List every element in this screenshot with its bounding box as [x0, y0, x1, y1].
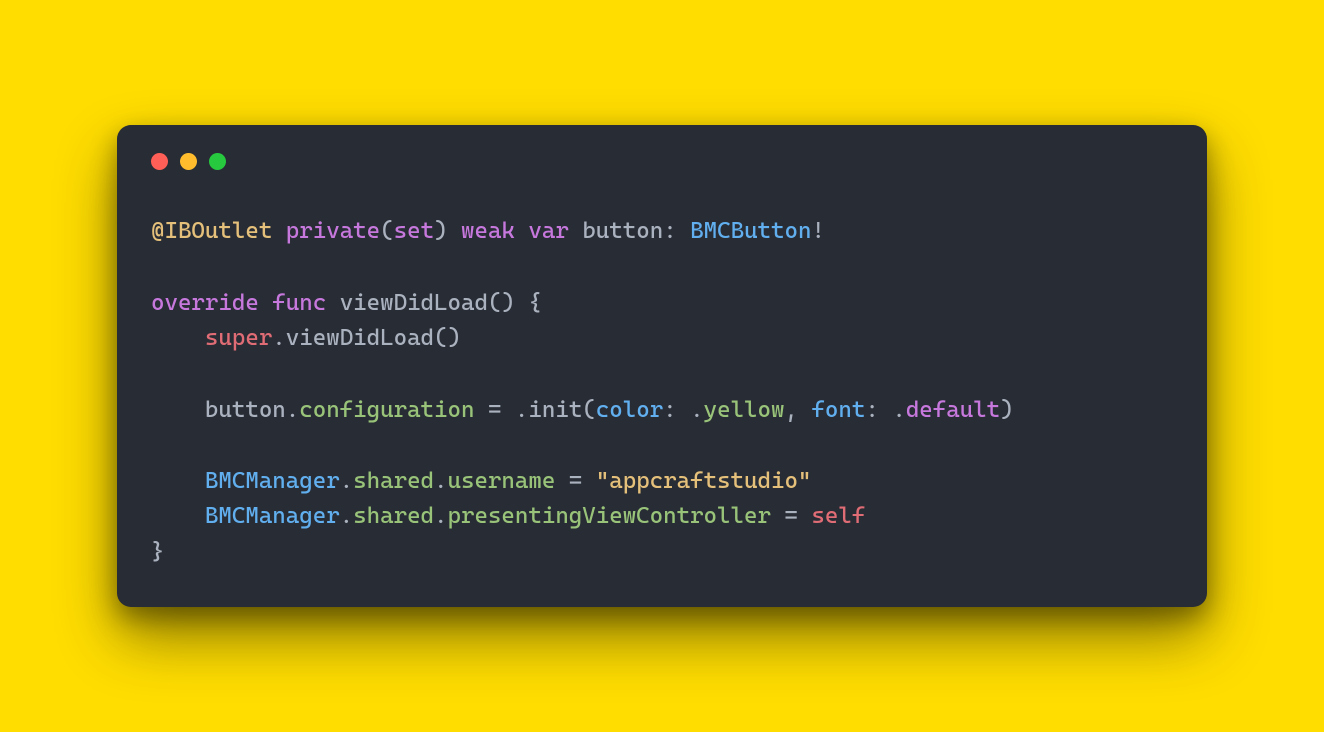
code-token: func	[272, 290, 326, 316]
code-token: ,	[784, 397, 797, 423]
code-token: .	[515, 397, 528, 423]
code-token: button	[582, 218, 663, 244]
code-token: ()	[434, 325, 461, 351]
code-token: shared	[353, 468, 434, 494]
code-token: }	[151, 539, 164, 565]
code-token: .	[892, 397, 905, 423]
code-token: :	[663, 218, 676, 244]
code-token: font	[811, 397, 865, 423]
code-token: var	[528, 218, 568, 244]
code-token: :	[663, 397, 676, 423]
code-token: default	[906, 397, 1000, 423]
code-token: .	[434, 468, 447, 494]
code-token: )	[434, 218, 447, 244]
window-controls	[145, 153, 1179, 170]
code-block: @IBOutlet private(set) weak var button: …	[145, 214, 1179, 570]
code-token: color	[596, 397, 663, 423]
code-token: configuration	[299, 397, 474, 423]
code-token: ()	[488, 290, 515, 316]
code-token: =	[784, 503, 797, 529]
code-token: .	[434, 503, 447, 529]
code-token: "appcraftstudio"	[596, 468, 812, 494]
code-token: (	[582, 397, 595, 423]
code-token: button	[205, 397, 286, 423]
minimize-icon[interactable]	[180, 153, 197, 170]
code-token: .	[690, 397, 703, 423]
code-token: (	[380, 218, 393, 244]
code-token: presentingViewController	[448, 503, 771, 529]
code-token: )	[1000, 397, 1013, 423]
code-token: override	[151, 290, 259, 316]
code-token: BMCManager	[205, 468, 340, 494]
code-token: init	[528, 397, 582, 423]
code-token: @IBOutlet	[151, 218, 272, 244]
code-token: set	[394, 218, 434, 244]
code-token: username	[448, 468, 556, 494]
code-token: :	[865, 397, 878, 423]
code-token: weak	[461, 218, 515, 244]
close-icon[interactable]	[151, 153, 168, 170]
code-token: yellow	[704, 397, 785, 423]
code-token: private	[286, 218, 380, 244]
code-token: viewDidLoad	[340, 290, 488, 316]
code-token: .	[272, 325, 285, 351]
code-token: self	[811, 503, 865, 529]
code-token: .	[340, 503, 353, 529]
code-window: @IBOutlet private(set) weak var button: …	[117, 125, 1207, 606]
code-token: .	[340, 468, 353, 494]
code-token: {	[528, 290, 541, 316]
code-token: =	[569, 468, 582, 494]
code-token: BMCButton	[690, 218, 811, 244]
code-token: super	[205, 325, 272, 351]
code-token: !	[811, 218, 824, 244]
code-token: shared	[353, 503, 434, 529]
code-token: .	[286, 397, 299, 423]
code-token: viewDidLoad	[286, 325, 434, 351]
zoom-icon[interactable]	[209, 153, 226, 170]
code-token: =	[488, 397, 501, 423]
code-token: BMCManager	[205, 503, 340, 529]
